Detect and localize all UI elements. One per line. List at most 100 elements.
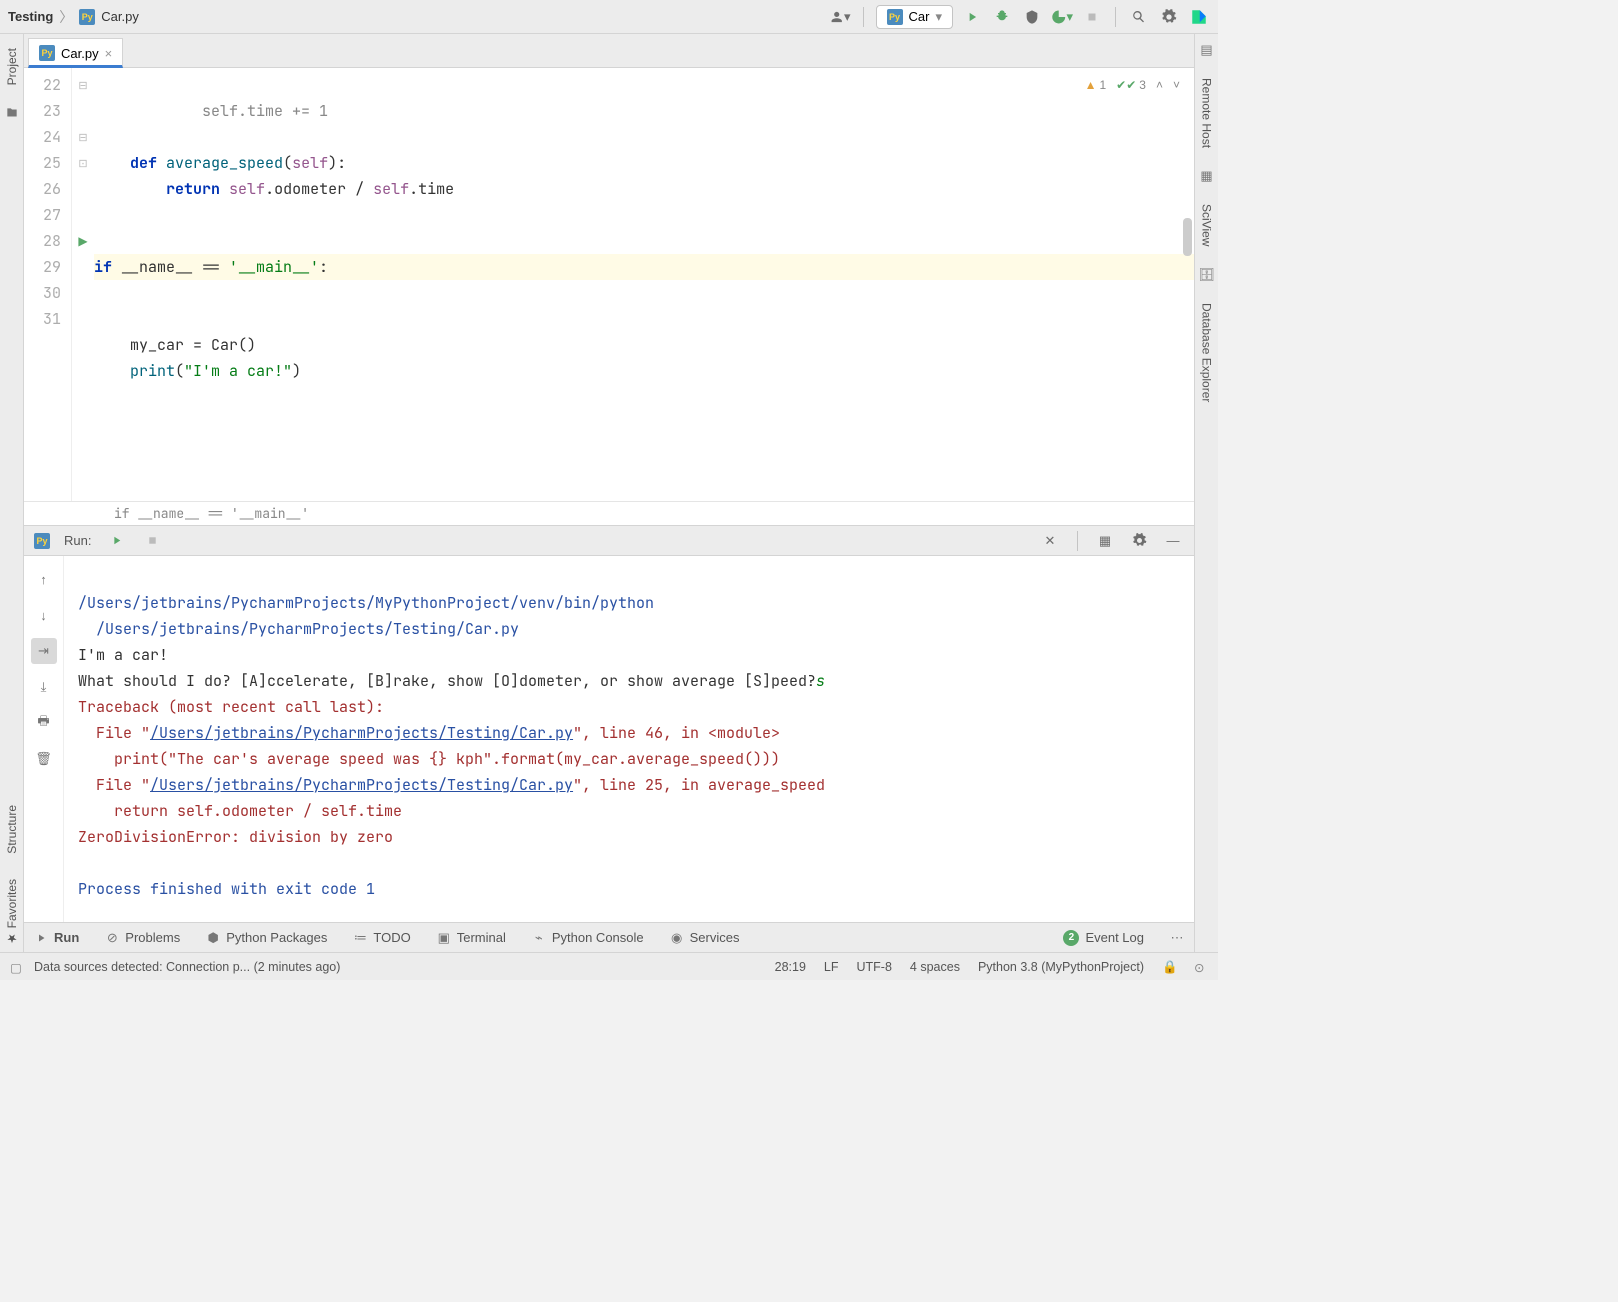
breadcrumb-separator: 〉 [59, 7, 73, 27]
gear-icon[interactable] [1158, 6, 1180, 28]
run-config-dropdown[interactable]: Py Car ▾ [876, 5, 953, 29]
console-line: print("The car's average speed was {} kp… [78, 749, 780, 769]
python-file-icon: Py [887, 9, 903, 25]
lock-icon[interactable]: 🔒 [1162, 960, 1176, 974]
sciview-icon[interactable]: ▦ [1199, 168, 1215, 184]
bottom-tab-todo[interactable]: ≔TODO [353, 930, 410, 945]
soft-wrap-icon[interactable]: ⇥ [31, 638, 57, 664]
console-line: File "/Users/jetbrains/PycharmProjects/T… [78, 775, 825, 795]
code-line: def average_speed(self): [94, 153, 346, 173]
chevron-down-icon[interactable]: ˅ [1173, 78, 1180, 92]
chevron-up-icon[interactable]: ˄ [1156, 78, 1163, 92]
status-bar: ▢ Data sources detected: Connection p...… [0, 952, 1218, 980]
bottom-tab-problems[interactable]: ⊘Problems [105, 930, 180, 945]
memory-icon[interactable]: ⊙ [1194, 960, 1208, 974]
console-line: /Users/jetbrains/PycharmProjects/Testing… [78, 619, 519, 639]
python-file-icon: Py [79, 9, 95, 25]
code-line: self.time += 1 [94, 101, 328, 121]
console-line: What should I do? [A]ccelerate, [B]rake,… [78, 671, 825, 691]
status-message[interactable]: Data sources detected: Connection p... (… [34, 960, 340, 974]
code-line-highlighted: if __name__ == '__main__': [94, 254, 1194, 280]
structure-tool-tab[interactable]: Structure [5, 799, 19, 860]
editor-tabs: Py Car.py × [24, 34, 1194, 68]
console-output[interactable]: /Users/jetbrains/PycharmProjects/MyPytho… [64, 556, 1194, 922]
minimize-icon[interactable]: — [1162, 530, 1184, 552]
run-gutter: ⊟⊟⊡ ▶ [72, 68, 94, 501]
line-gutter: 22232425262728293031 [24, 68, 72, 501]
search-icon[interactable] [1128, 6, 1150, 28]
editor[interactable]: 22232425262728293031 ⊟⊟⊡ ▶ self.time += … [24, 68, 1194, 501]
breadcrumb-context[interactable]: if __name__ == '__main__' [24, 501, 1194, 525]
debug-button[interactable] [991, 6, 1013, 28]
down-arrow-icon[interactable]: ↓ [31, 602, 57, 628]
center-column: Py Car.py × 22232425262728293031 ⊟⊟⊡ ▶ s… [24, 34, 1194, 952]
right-tool-strip: ▤ Remote Host ▦ SciView 🗄 Database Explo… [1194, 34, 1218, 952]
traceback-link[interactable]: /Users/jetbrains/PycharmProjects/Testing… [150, 723, 573, 743]
scrollbar-thumb[interactable] [1183, 218, 1192, 256]
jetbrains-logo-icon[interactable] [1188, 6, 1210, 28]
project-tool-tab[interactable]: Project [5, 42, 19, 91]
gear-icon[interactable] [1128, 530, 1150, 552]
remote-host-tab[interactable]: Remote Host [1200, 72, 1214, 154]
python-file-icon: Py [34, 533, 50, 549]
code-line: print("I'm a car!") [94, 361, 301, 381]
bottom-tab-packages[interactable]: ⬢Python Packages [206, 930, 327, 945]
window-icon[interactable]: ▢ [10, 960, 24, 974]
breadcrumb-file[interactable]: Car.py [101, 9, 139, 24]
ok-count: 3 [1139, 78, 1146, 92]
file-encoding[interactable]: UTF-8 [857, 960, 892, 974]
editor-tab-car[interactable]: Py Car.py × [28, 38, 123, 68]
run-side-toolbar: ↑ ↓ ⇥ ⤓ 🖶 🗑 [24, 556, 64, 922]
traceback-link[interactable]: /Users/jetbrains/PycharmProjects/Testing… [150, 775, 573, 795]
line-separator[interactable]: LF [824, 960, 839, 974]
run-button[interactable] [961, 6, 983, 28]
favorites-tool-tab[interactable]: ★ Favorites [5, 873, 19, 952]
remote-host-icon[interactable]: ▤ [1199, 42, 1215, 58]
indent-setting[interactable]: 4 spaces [910, 960, 960, 974]
chevron-down-icon: ▾ [935, 9, 942, 25]
checkmark-icon: ✔✔ [1116, 78, 1136, 92]
bottom-tab-terminal[interactable]: ▣Terminal [437, 930, 506, 945]
up-arrow-icon[interactable]: ↑ [31, 566, 57, 592]
profile-icon[interactable]: ▾ [1051, 6, 1073, 28]
breadcrumb-project[interactable]: Testing [8, 9, 53, 24]
interpreter[interactable]: Python 3.8 (MyPythonProject) [978, 960, 1144, 974]
rerun-button[interactable] [105, 530, 127, 552]
console-line: Process finished with exit code 1 [78, 879, 375, 899]
console-line: /Users/jetbrains/PycharmProjects/MyPytho… [78, 593, 654, 613]
stop-run-button[interactable] [141, 530, 163, 552]
bottom-tab-run[interactable]: Run [34, 930, 79, 945]
bottom-tab-pyconsole[interactable]: ⌁Python Console [532, 930, 644, 945]
database-icon[interactable]: 🗄 [1199, 267, 1215, 283]
console-line: I'm a car! [78, 645, 168, 665]
event-badge: 2 [1063, 930, 1079, 946]
trash-icon[interactable]: 🗑 [31, 746, 57, 772]
toolbar-right: ▾ Py Car ▾ ▾ [829, 5, 1210, 29]
scroll-to-end-icon[interactable]: ⤓ [31, 674, 57, 700]
toolbar-separator [863, 7, 864, 27]
code-line: my_car = Car() [94, 335, 256, 355]
bottom-tab-eventlog[interactable]: 2Event Log [1063, 930, 1144, 946]
print-icon[interactable]: 🖶 [31, 710, 57, 736]
close-icon[interactable]: × [105, 46, 113, 61]
run-tool-window: Py Run: ✕ ▦ — ↑ ↓ ⇥ ⤓ 🖶 [24, 525, 1194, 922]
overflow-icon[interactable]: ⋯ [1170, 931, 1184, 945]
sciview-tab[interactable]: SciView [1200, 198, 1214, 252]
layout-icon[interactable]: ▦ [1094, 530, 1116, 552]
inspection-widget[interactable]: ▲1 ✔✔3 ˄ ˅ [1085, 78, 1180, 92]
stop-button[interactable] [1081, 6, 1103, 28]
close-run-icon[interactable]: ✕ [1039, 530, 1061, 552]
code-area[interactable]: self.time += 1 def average_speed(self): … [94, 68, 1194, 501]
coverage-icon[interactable] [1021, 6, 1043, 28]
console-line: ZeroDivisionError: division by zero [78, 827, 393, 847]
bottom-tab-services[interactable]: ◉Services [670, 930, 740, 945]
main-row: Project Structure ★ Favorites Py Car.py … [0, 34, 1218, 952]
files-icon[interactable] [4, 105, 20, 121]
console-line: Traceback (most recent call last): [78, 697, 384, 717]
top-toolbar: Testing 〉 Py Car.py ▾ Py Car ▾ ▾ [0, 0, 1218, 34]
run-line-marker[interactable]: ▶ [72, 228, 94, 254]
database-tab[interactable]: Database Explorer [1200, 297, 1214, 408]
add-user-icon[interactable]: ▾ [829, 6, 851, 28]
cursor-position[interactable]: 28:19 [775, 960, 806, 974]
python-file-icon: Py [39, 45, 55, 61]
